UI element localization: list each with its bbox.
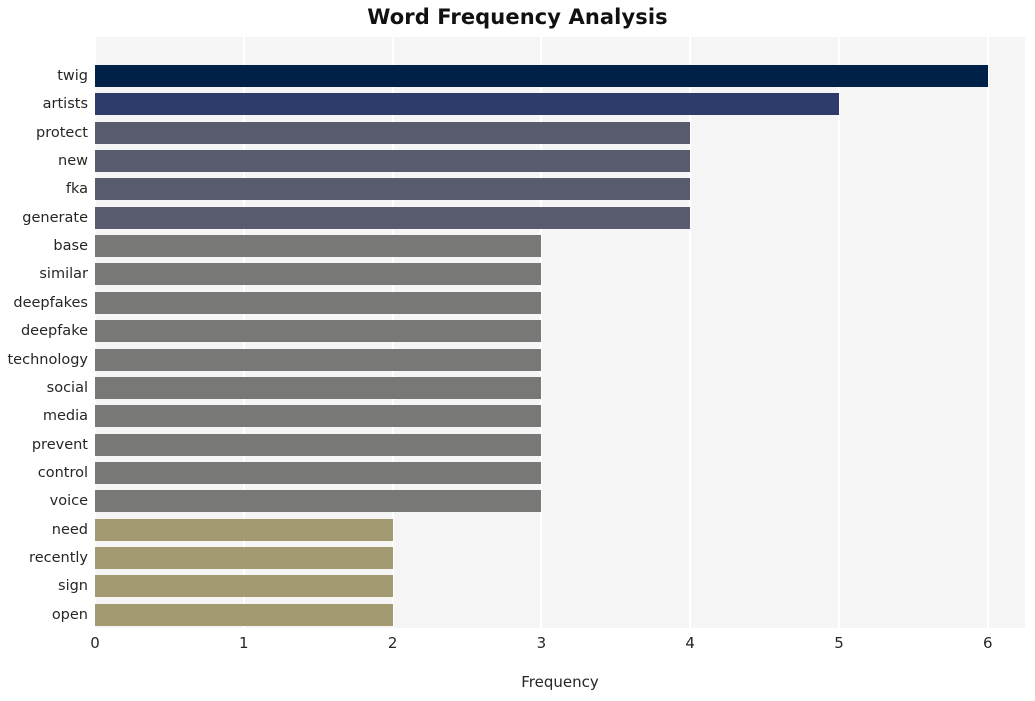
bar[interactable] (95, 433, 542, 456)
y-axis-tick-label: artists (42, 96, 88, 113)
y-axis-tick-label: need (51, 521, 88, 538)
bar[interactable] (95, 150, 691, 173)
x-axis-tick-label: 0 (90, 634, 100, 652)
y-axis-tick-label: deepfakes (13, 294, 88, 311)
bar[interactable] (95, 291, 542, 314)
y-axis-tick-label: prevent (31, 436, 88, 453)
bar[interactable] (95, 490, 542, 513)
y-axis-tick-labels: twig artists protect new fka generate base simi… (0, 37, 88, 628)
bar[interactable] (95, 376, 542, 399)
y-axis-tick-label: new (58, 153, 88, 170)
bar[interactable] (95, 235, 542, 258)
y-axis-tick-label: sign (58, 578, 88, 595)
x-axis-tick-label: 5 (834, 634, 844, 652)
y-axis-tick-label: control (37, 464, 88, 481)
y-axis-tick-label: social (46, 379, 88, 396)
page-title: Word Frequency Analysis (367, 5, 668, 29)
chart-figure: Word Frequency Analysis twig artists prote… (0, 0, 1035, 701)
bar[interactable] (95, 546, 393, 569)
y-axis-tick-label: technology (7, 351, 88, 368)
plot-area (95, 37, 1025, 628)
y-axis-tick-label: protect (36, 124, 88, 141)
bar[interactable] (95, 603, 393, 626)
bar[interactable] (95, 461, 542, 484)
y-axis-tick-label: media (42, 408, 88, 425)
bar[interactable] (95, 121, 691, 144)
y-axis-tick-label: fka (65, 181, 88, 198)
bar[interactable] (95, 93, 839, 116)
x-axis-tick-label: 4 (685, 634, 695, 652)
bar[interactable] (95, 263, 542, 286)
bar[interactable] (95, 348, 542, 371)
x-axis-tick-label: 6 (983, 634, 993, 652)
bar[interactable] (95, 575, 393, 598)
bar[interactable] (95, 405, 542, 428)
bars-layer (95, 37, 1025, 628)
y-axis-tick-label: deepfake (20, 323, 88, 340)
bar[interactable] (95, 65, 988, 87)
x-axis-tick-label: 2 (387, 634, 398, 652)
bar[interactable] (95, 178, 691, 201)
x-axis-title: Frequency (521, 673, 599, 691)
bar[interactable] (95, 206, 691, 229)
y-axis-tick-label: recently (29, 549, 88, 566)
bar[interactable] (95, 518, 393, 541)
y-axis-tick-label: similar (39, 266, 88, 283)
y-axis-tick-label: open (51, 606, 88, 623)
y-axis-tick-label: twig (57, 68, 88, 84)
x-axis-tick-label: 1 (239, 634, 249, 652)
bar[interactable] (95, 320, 542, 343)
x-axis-tick-label: 3 (536, 634, 547, 652)
y-axis-tick-label: voice (49, 493, 88, 510)
x-axis-tick-labels: 0 1 2 3 4 5 6 (0, 634, 1035, 658)
y-axis-tick-label: base (53, 238, 88, 255)
y-axis-tick-label: generate (22, 209, 88, 226)
